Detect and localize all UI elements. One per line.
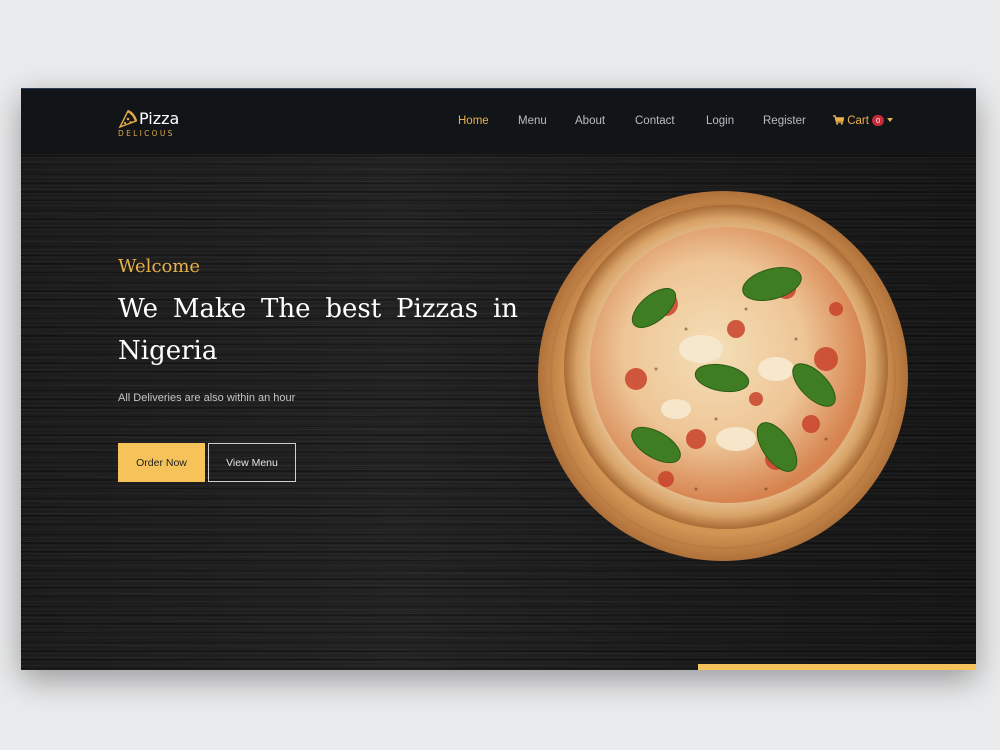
browser-frame: Pizza DELICOUS Home Menu About Contact L…: [21, 88, 976, 670]
nav-item-menu[interactable]: Menu: [518, 115, 547, 127]
cart-icon: [833, 115, 845, 125]
pizza-image: [538, 191, 908, 561]
nav-item-home[interactable]: Home: [458, 115, 489, 127]
nav-item-contact[interactable]: Contact: [635, 115, 675, 127]
chevron-down-icon: [887, 118, 894, 122]
cart-count-badge: 0: [871, 115, 885, 126]
accent-bar: [698, 664, 976, 670]
pizza-slice-icon: [118, 109, 138, 129]
hero-headline: We Make The best Pizzas in Nigeria: [118, 294, 518, 366]
order-now-button[interactable]: Order Now: [118, 443, 205, 482]
brand-tagline: DELICOUS: [118, 129, 175, 138]
hero-subtext: All Deliveries are also within an hour: [118, 392, 296, 404]
cart-label: Cart: [847, 115, 869, 127]
nav-item-register[interactable]: Register: [763, 115, 806, 127]
hero-section: Welcome We Make The best Pizzas in Niger…: [21, 154, 976, 670]
view-menu-button[interactable]: View Menu: [208, 443, 296, 482]
brand-name: Pizza: [139, 109, 180, 128]
navbar: Pizza DELICOUS Home Menu About Contact L…: [21, 88, 976, 155]
welcome-text: Welcome: [118, 256, 201, 277]
nav-item-login[interactable]: Login: [706, 115, 734, 127]
nav-item-about[interactable]: About: [575, 115, 605, 127]
cart-dropdown[interactable]: Cart 0: [833, 115, 894, 127]
